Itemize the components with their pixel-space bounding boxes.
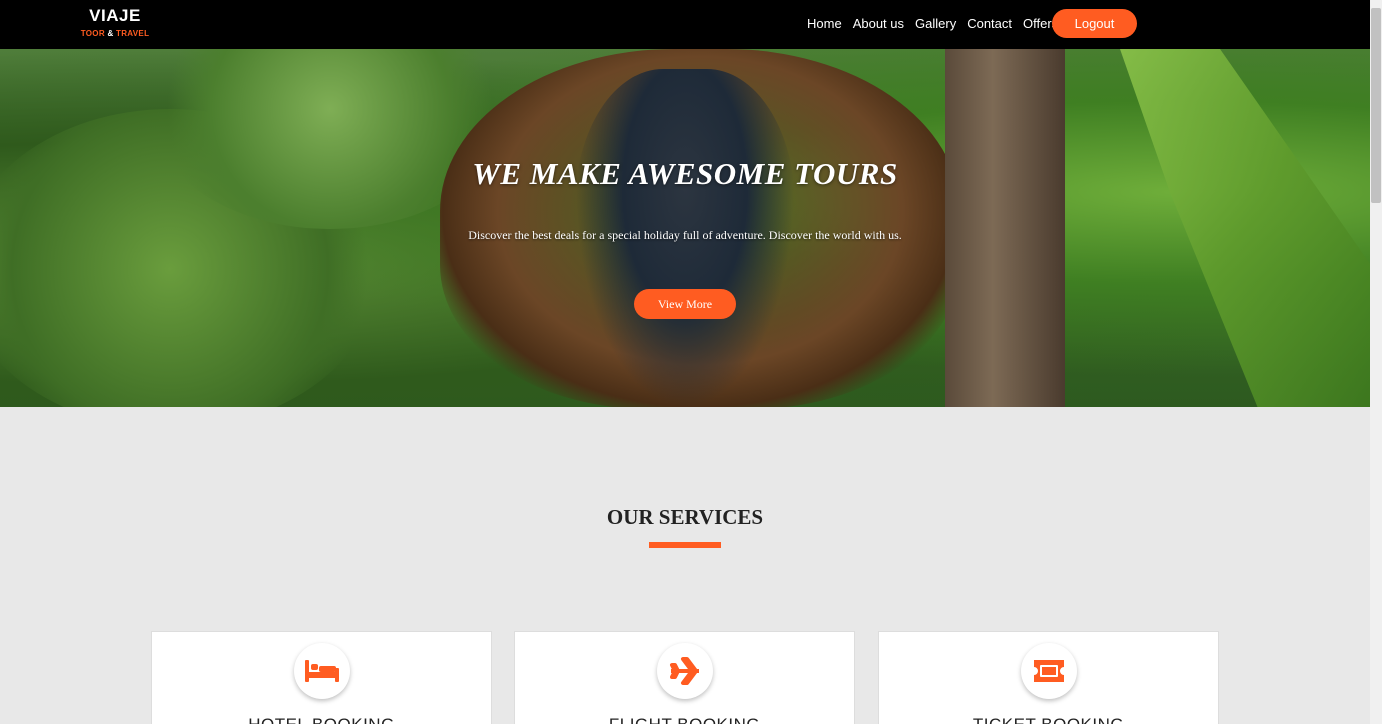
logo-main-text: VIAJE bbox=[89, 6, 141, 25]
hero-banner: WE MAKE AWESOME TOURS Discover the best … bbox=[0, 49, 1370, 407]
view-more-button[interactable]: View More bbox=[634, 289, 736, 319]
service-card-title: TICKET BOOKING bbox=[879, 715, 1218, 724]
logo[interactable]: VIAJE TOOR & TRAVEL bbox=[80, 6, 150, 38]
service-card-ticket[interactable]: TICKET BOOKING bbox=[878, 631, 1219, 724]
services-underline bbox=[649, 542, 721, 548]
navbar: VIAJE TOOR & TRAVEL Home About us Galler… bbox=[0, 0, 1370, 49]
service-card-title: HOTEL BOOKING bbox=[152, 715, 491, 724]
bed-icon bbox=[293, 643, 350, 699]
nav-link-contact[interactable]: Contact bbox=[967, 16, 1012, 31]
service-card-flight[interactable]: FLIGHT BOOKING bbox=[514, 631, 855, 724]
logo-sub-left: TOOR bbox=[80, 29, 105, 38]
airplane-icon bbox=[656, 643, 713, 699]
nav-link-about-us[interactable]: About us bbox=[853, 16, 904, 31]
hero-title: WE MAKE AWESOME TOURS bbox=[472, 156, 898, 191]
service-card-hotel[interactable]: HOTEL BOOKING bbox=[151, 631, 492, 724]
logo-sub-right: TRAVEL bbox=[116, 29, 150, 38]
ticket-icon bbox=[1020, 643, 1077, 699]
logo-sub-text: TOOR & TRAVEL bbox=[80, 29, 150, 38]
services-title: OUR SERVICES bbox=[606, 505, 764, 529]
nav-link-gallery[interactable]: Gallery bbox=[915, 16, 956, 31]
nav-link-home[interactable]: Home bbox=[807, 16, 842, 31]
hero-subtitle: Discover the best deals for a special ho… bbox=[468, 228, 902, 242]
nav-links: Home About us Gallery Contact Offers bbox=[807, 16, 1069, 31]
service-card-title: FLIGHT BOOKING bbox=[515, 715, 854, 724]
scrollbar-thumb[interactable] bbox=[1371, 8, 1381, 203]
logout-button[interactable]: Logout bbox=[1052, 9, 1137, 38]
logo-sub-amp: & bbox=[107, 29, 114, 38]
